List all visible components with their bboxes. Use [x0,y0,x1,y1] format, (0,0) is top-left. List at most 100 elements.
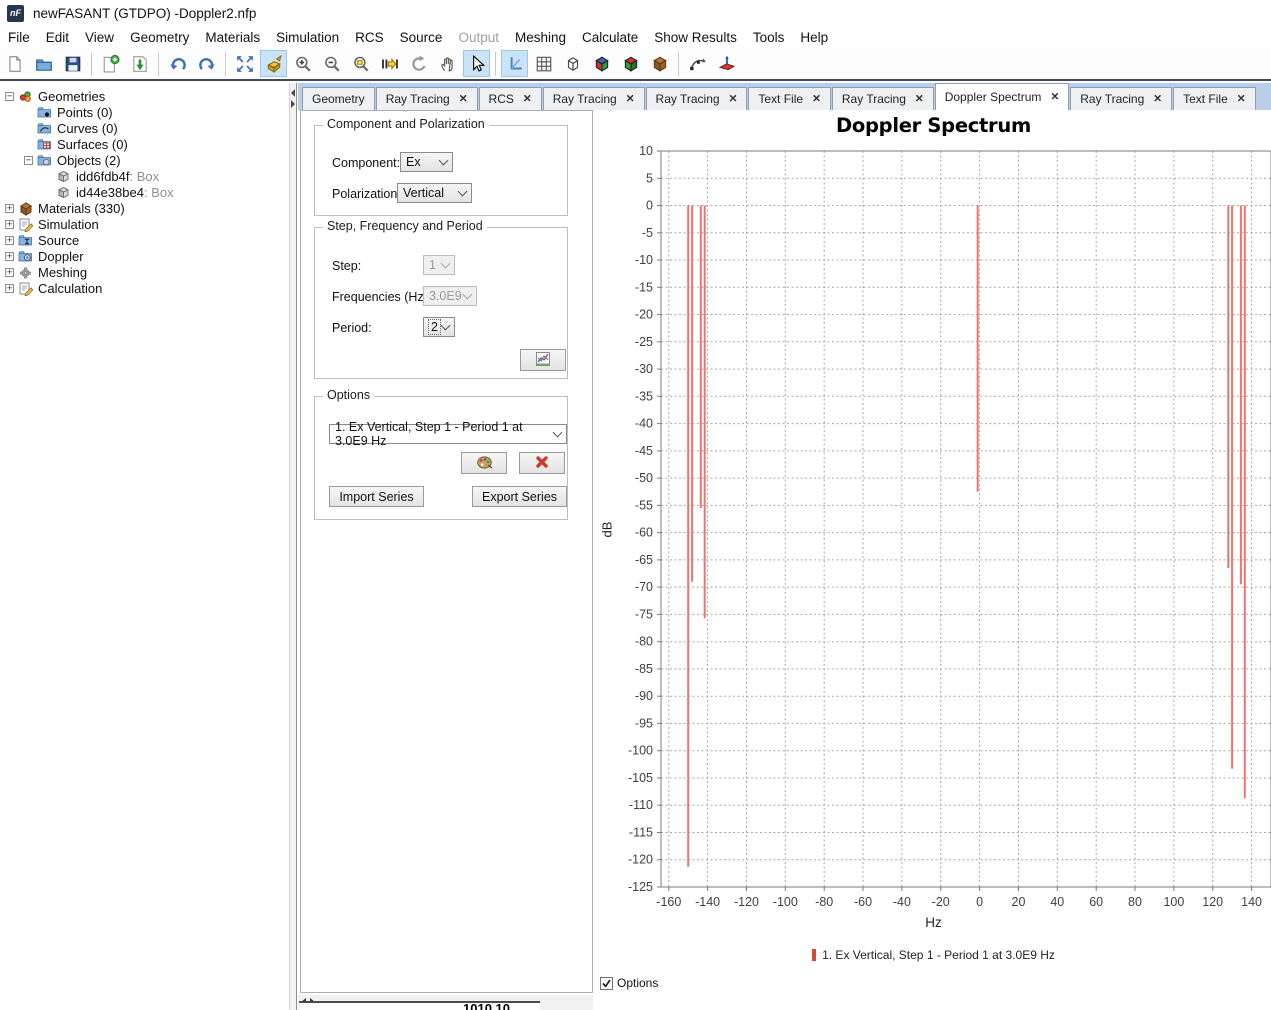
curve-button[interactable] [684,50,711,77]
svg-text:-160: -160 [656,895,681,909]
polarization-select[interactable]: Vertical [397,183,472,203]
tree-item-label: Meshing [38,265,87,280]
menu-item-show-results[interactable]: Show Results [646,27,745,48]
pan-button[interactable] [434,50,461,77]
wire-cube-button[interactable] [559,50,586,77]
menu-item-meshing[interactable]: Meshing [507,27,574,48]
tree-item-simulation[interactable]: +Simulation [0,216,289,232]
export-series-button[interactable]: Export Series [472,486,567,507]
menu-item-materials[interactable]: Materials [197,27,268,48]
tab-close-icon[interactable]: ✕ [915,93,924,105]
new-file-button[interactable] [1,50,28,77]
menu-item-calculate[interactable]: Calculate [574,27,646,48]
tree-item-surfaces-0[interactable]: Surfaces (0) [0,136,289,152]
menu-item-file[interactable]: File [0,27,38,48]
menu-item-output[interactable]: Output [450,27,507,48]
expand-toggle-icon[interactable]: + [5,204,14,213]
tree-item-materials-330[interactable]: +Materials (330) [0,200,289,216]
tree-item-idd6fdb4f[interactable]: idd6fdb4f : Box [0,168,289,184]
plane-axis-button[interactable] [713,50,740,77]
rgb-cube2-button[interactable] [617,50,644,77]
add-doc-button[interactable] [97,50,124,77]
splitter-collapse-right-icon[interactable] [291,100,295,108]
tab-ray-tracing[interactable]: Ray Tracing✕ [376,87,478,110]
expand-toggle-icon[interactable]: + [5,284,14,293]
tab-text-file[interactable]: Text File✕ [1173,87,1256,110]
menu-item-simulation[interactable]: Simulation [268,27,347,48]
tab-close-icon[interactable]: ✕ [523,93,532,105]
import-doc-button[interactable] [126,50,153,77]
menu-item-help[interactable]: Help [792,27,836,48]
tree-item-objects-2[interactable]: −Objects (2) [0,152,289,168]
tab-text-file[interactable]: Text File✕ [748,87,831,110]
collapse-toggle-icon[interactable]: − [5,92,14,101]
series-color-button[interactable] [461,452,507,474]
collapse-toggle-icon[interactable]: − [24,156,33,165]
component-select[interactable]: Ex [400,152,453,172]
frequencies-select[interactable]: 3.0E9 [423,286,477,306]
expand-toggle-icon[interactable]: + [5,252,14,261]
tree-item-calculation[interactable]: +Calculation [0,280,289,296]
select-button[interactable] [463,50,490,77]
expand-toggle-icon[interactable]: + [5,268,14,277]
redo-button[interactable] [193,50,220,77]
rotate-button[interactable] [405,50,432,77]
delete-series-button[interactable] [519,452,565,474]
zoom-out-button[interactable] [318,50,345,77]
open-folder-button[interactable] [30,50,57,77]
tab-geometry[interactable]: Geometry [302,87,375,110]
expand-toggle-icon[interactable]: + [5,236,14,245]
move-button[interactable] [376,50,403,77]
menu-item-source[interactable]: Source [392,27,451,48]
tree-item-points-0[interactable]: Points (0) [0,104,289,120]
tab-doppler-spectrum[interactable]: Doppler Spectrum✕ [935,83,1070,110]
show-plot-button[interactable] [520,349,566,371]
undo-button[interactable] [164,50,191,77]
svg-text:-85: -85 [635,662,653,676]
tab-ray-tracing[interactable]: Ray Tracing✕ [646,87,748,110]
tree-splitter[interactable] [289,83,297,1010]
svg-text:-100: -100 [628,744,653,758]
tab-ray-tracing[interactable]: Ray Tracing✕ [1070,87,1172,110]
splitter-collapse-left-icon[interactable] [291,89,295,97]
tab-close-icon[interactable]: ✕ [812,93,821,105]
fit-view-button[interactable] [231,50,258,77]
series-select[interactable]: 1. Ex Vertical, Step 1 - Period 1 at 3.0… [329,424,567,444]
tree-item-id44e38be4[interactable]: id44e38be4 : Box [0,184,289,200]
tab-ray-tracing[interactable]: Ray Tracing✕ [832,87,934,110]
tree-item-doppler[interactable]: +Doppler [0,248,289,264]
rgb-cube-button[interactable] [588,50,615,77]
tab-close-icon[interactable]: ✕ [1153,93,1162,105]
options-checkbox[interactable] [600,977,613,990]
doppler-settings-panel: Component and Polarization Component: Ex… [300,110,593,993]
tab-close-icon[interactable]: ✕ [459,93,468,105]
zoom-in-button[interactable] [289,50,316,77]
tree-item-source[interactable]: +Source [0,232,289,248]
tab-close-icon[interactable]: ✕ [729,93,738,105]
step-select[interactable]: 1 [423,255,455,275]
toolbar-separator [678,52,679,76]
tab-rcs[interactable]: RCS✕ [479,87,542,110]
tab-close-icon[interactable]: ✕ [1050,91,1059,103]
source-icon [18,233,34,248]
menu-item-rcs[interactable]: RCS [347,27,392,48]
tree-item-meshing[interactable]: + Meshing [0,264,289,280]
perspective-button[interactable] [260,50,287,77]
tree-item-geometries[interactable]: −Geometries [0,88,289,104]
zoom-window-button[interactable] [347,50,374,77]
tab-ray-tracing[interactable]: Ray Tracing✕ [543,87,645,110]
tab-close-icon[interactable]: ✕ [1237,93,1246,105]
save-button[interactable] [59,50,86,77]
tab-close-icon[interactable]: ✕ [626,93,635,105]
import-series-button[interactable]: Import Series [329,486,424,507]
menu-item-tools[interactable]: Tools [745,27,793,48]
axes-button[interactable] [501,50,528,77]
period-select[interactable]: 2 [423,317,455,337]
menu-item-view[interactable]: View [77,27,122,48]
tree-item-curves-0[interactable]: Curves (0) [0,120,289,136]
grid-button[interactable] [530,50,557,77]
menu-item-geometry[interactable]: Geometry [122,27,197,48]
menu-item-edit[interactable]: Edit [38,27,77,48]
textured-cube-button[interactable] [646,50,673,77]
expand-toggle-icon[interactable]: + [5,220,14,229]
